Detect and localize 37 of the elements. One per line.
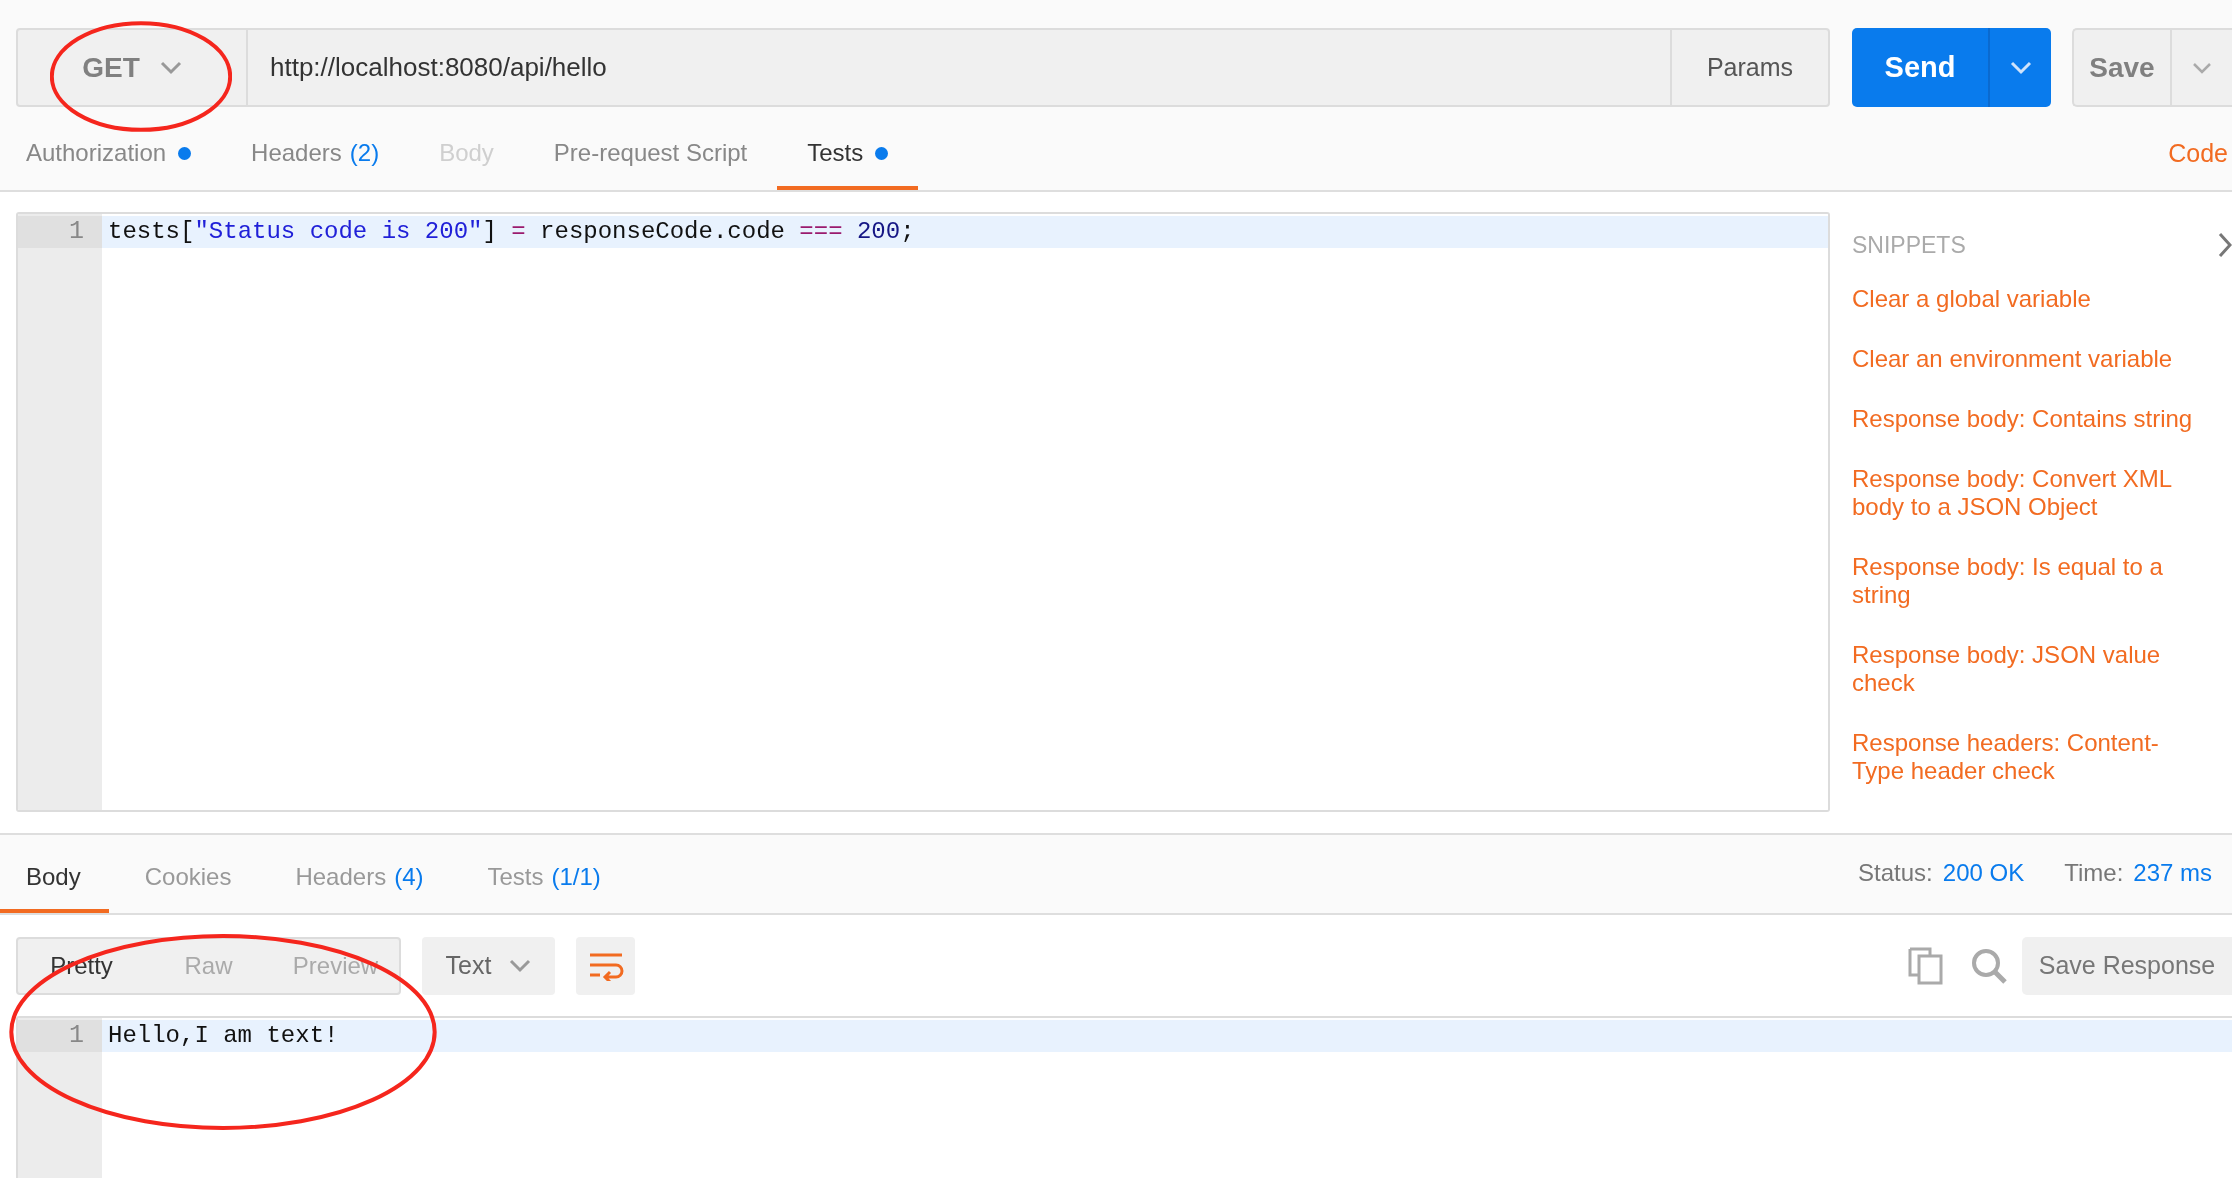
format-dropdown[interactable]: Text	[422, 936, 555, 995]
request-tab[interactable]: Authorization	[0, 120, 222, 190]
wrap-lines-button[interactable]	[576, 936, 635, 995]
search-icon[interactable]	[1970, 946, 2008, 985]
time-label: Time:	[2064, 858, 2124, 888]
snippet-link[interactable]: Response body: JSON value check	[1852, 640, 2210, 697]
snippet-link[interactable]: Response body: Convert XML body to a JSON Object	[1852, 464, 2210, 521]
code-link[interactable]: Code	[2168, 134, 2228, 172]
chevron-down-icon	[509, 958, 532, 973]
response-tab[interactable]: Cookies	[116, 845, 260, 913]
request-tab[interactable]: Tests	[777, 120, 919, 190]
snippet-link[interactable]: Clear an environment variable	[1852, 344, 2210, 373]
copy-icon[interactable]	[1908, 946, 1944, 985]
response-tab[interactable]: Headers (4)	[267, 845, 452, 913]
response-tab[interactable]: Body	[0, 845, 109, 913]
snippet-link[interactable]: Response body: Is equal to a string	[1852, 552, 2210, 609]
test-editor[interactable]: 1 tests["Status code is 200"] = responseCode.code === 200;	[16, 212, 1830, 812]
chevron-down-icon	[2009, 60, 2032, 75]
view-mode-tab[interactable]: Preview	[272, 938, 399, 993]
status-value: 200 OK	[1942, 858, 2025, 888]
method-dropdown[interactable]: GET	[16, 28, 248, 107]
params-button[interactable]: Params	[1670, 28, 1830, 107]
response-tab[interactable]: Tests (1/1)	[459, 845, 629, 913]
time-value: 237 ms	[2133, 858, 2212, 888]
snippet-link[interactable]: Response body: Contains string	[1852, 404, 2210, 433]
snippet-link[interactable]: Response headers: Content-Type header check	[1852, 728, 2210, 785]
status-label: Status:	[1858, 858, 1933, 888]
chevron-right-icon[interactable]	[2218, 232, 2232, 259]
save-response-button[interactable]: Save Response	[2022, 936, 2232, 995]
snippet-link[interactable]: Clear a global variable	[1852, 284, 2210, 313]
snippets-heading: SNIPPETS	[1852, 231, 1966, 260]
chevron-down-icon	[159, 60, 182, 75]
request-tab[interactable]: Headers (2)	[221, 120, 410, 190]
url-input[interactable]: http://localhost:8080/api/hello	[248, 28, 1670, 107]
view-mode-tab[interactable]: Raw	[145, 938, 272, 993]
chevron-down-icon	[2192, 61, 2212, 74]
request-tab[interactable]: Pre-request Script	[523, 120, 778, 190]
